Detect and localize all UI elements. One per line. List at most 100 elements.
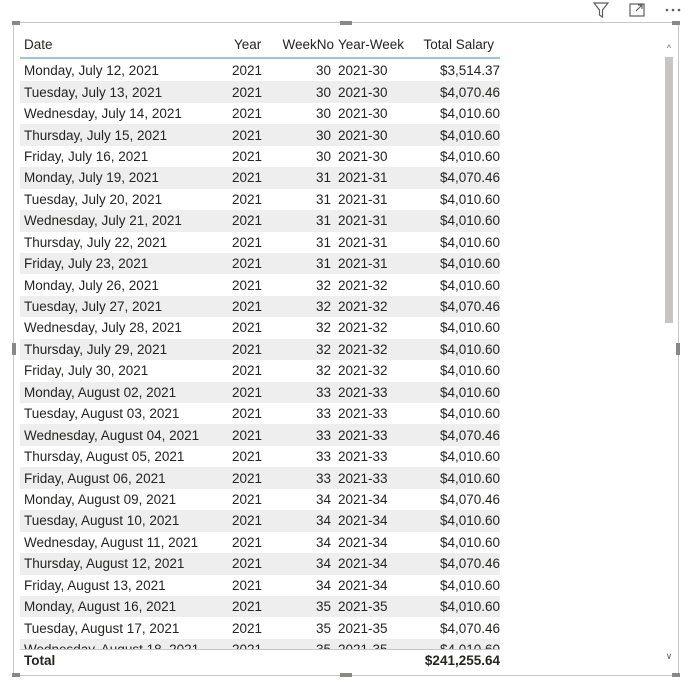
vertical-scrollbar[interactable]: ^ ∨ bbox=[664, 43, 674, 661]
table-row[interactable]: Monday, August 16, 2021 2021 35 2021-35 $4,0… bbox=[20, 595, 500, 618]
scroll-up-arrow-icon[interactable]: ^ bbox=[664, 43, 674, 53]
more-options-icon[interactable] bbox=[662, 0, 684, 20]
cell-date: Tuesday, July 27, 2021 bbox=[24, 299, 163, 315]
table-row[interactable]: Tuesday, July 27, 2021 2021 32 2021-32 $4,07… bbox=[20, 295, 500, 318]
table-row[interactable]: Wednesday, July 14, 2021 2021 30 2021-30 $4,… bbox=[20, 103, 500, 124]
table-row[interactable]: Wednesday, August 04, 2021 2021 33 2021-33 $… bbox=[20, 424, 500, 446]
cell-date: Tuesday, July 20, 2021 bbox=[24, 191, 163, 207]
column-header-total-salary[interactable]: Total Salary bbox=[414, 37, 500, 52]
table-row[interactable]: Thursday, July 15, 2021 2021 30 2021-30 $4,0… bbox=[20, 124, 500, 146]
scroll-thumb[interactable] bbox=[665, 57, 673, 323]
table-row[interactable]: Tuesday, August 03, 2021 2021 33 2021-33 $4,… bbox=[20, 403, 500, 424]
cell-year: 2021 bbox=[232, 406, 263, 422]
table-row[interactable]: Friday, August 13, 2021 2021 34 2021-34 $4,0… bbox=[20, 575, 500, 596]
resize-handle-top-right[interactable] bbox=[672, 21, 680, 25]
cell-date: Monday, August 09, 2021 bbox=[24, 491, 177, 507]
table-row[interactable]: Tuesday, August 10, 2021 2021 34 2021-34 $4,… bbox=[20, 510, 500, 532]
cell-total-salary: $4,010.60 bbox=[439, 234, 500, 250]
cell-year: 2021 bbox=[232, 534, 263, 550]
cell-date: Friday, July 23, 2021 bbox=[24, 256, 149, 272]
cell-total-salary: $4,010.60 bbox=[439, 513, 500, 529]
cell-date: Friday, August 13, 2021 bbox=[24, 577, 166, 593]
cell-year-week: 2021-30 bbox=[338, 148, 388, 164]
resize-handle-left[interactable] bbox=[12, 343, 16, 355]
column-header-year[interactable]: Year bbox=[232, 37, 272, 52]
table-row[interactable]: Tuesday, July 20, 2021 2021 31 2021-31 $4,01… bbox=[20, 189, 500, 210]
cell-weekno: 30 bbox=[315, 127, 331, 143]
table-row[interactable]: Friday, July 16, 2021 2021 30 2021-30 $4,010… bbox=[20, 146, 500, 167]
filter-icon[interactable] bbox=[590, 0, 612, 20]
resize-handle-bottom-left[interactable] bbox=[12, 673, 20, 677]
cell-year-week: 2021-31 bbox=[338, 213, 388, 229]
cell-weekno: 33 bbox=[315, 406, 331, 422]
cell-date: Thursday, July 29, 2021 bbox=[24, 341, 168, 357]
scroll-down-arrow-icon[interactable]: ∨ bbox=[664, 651, 674, 661]
cell-year: 2021 bbox=[232, 106, 263, 122]
cell-total-salary: $4,010.60 bbox=[439, 256, 500, 272]
cell-date: Monday, July 26, 2021 bbox=[24, 277, 159, 293]
cell-year: 2021 bbox=[232, 363, 263, 379]
cell-year-week: 2021-34 bbox=[338, 513, 388, 529]
column-header-weekno[interactable]: WeekNo bbox=[272, 37, 338, 52]
table-row[interactable]: Friday, July 23, 2021 2021 31 2021-31 $4,010… bbox=[20, 252, 500, 275]
table-row[interactable]: Monday, July 26, 2021 2021 32 2021-32 $4,010… bbox=[20, 274, 500, 295]
cell-date: Thursday, August 12, 2021 bbox=[24, 556, 185, 572]
cell-year-week: 2021-33 bbox=[338, 406, 388, 422]
column-header-date[interactable]: Date bbox=[20, 37, 232, 52]
cell-year-week: 2021-32 bbox=[338, 299, 388, 315]
cell-year-week: 2021-31 bbox=[338, 191, 388, 207]
cell-weekno: 32 bbox=[315, 299, 331, 315]
cell-year: 2021 bbox=[232, 449, 263, 465]
cell-date: Tuesday, August 03, 2021 bbox=[24, 406, 180, 422]
cell-year: 2021 bbox=[232, 427, 263, 443]
table-row[interactable]: Thursday, August 05, 2021 2021 33 2021-33 $4… bbox=[20, 446, 500, 467]
cell-total-salary: $4,010.60 bbox=[439, 106, 500, 122]
table-row[interactable]: Tuesday, July 13, 2021 2021 30 2021-30 $4,07… bbox=[20, 81, 500, 103]
resize-handle-bottom-right[interactable] bbox=[672, 673, 680, 677]
cell-weekno: 31 bbox=[315, 191, 331, 207]
cell-weekno: 32 bbox=[315, 277, 331, 293]
cell-weekno: 34 bbox=[315, 491, 331, 507]
table-row[interactable]: Tuesday, August 17, 2021 2021 35 2021-35 $4,… bbox=[20, 617, 500, 638]
cell-year: 2021 bbox=[232, 513, 263, 529]
cell-weekno: 30 bbox=[315, 106, 331, 122]
resize-handle-right[interactable] bbox=[676, 343, 680, 355]
table-row[interactable]: Wednesday, August 11, 2021 2021 34 2021-34 $… bbox=[20, 532, 500, 553]
cell-year: 2021 bbox=[232, 213, 263, 229]
table-row[interactable]: Thursday, July 29, 2021 2021 32 2021-32 $4,0… bbox=[20, 338, 500, 361]
cell-year-week: 2021-31 bbox=[338, 170, 388, 186]
cell-total-salary: $4,070.46 bbox=[439, 299, 500, 315]
cell-weekno: 30 bbox=[315, 63, 331, 79]
table-row[interactable]: Thursday, August 12, 2021 2021 34 2021-34 $4… bbox=[20, 553, 500, 575]
cell-year-week: 2021-30 bbox=[338, 84, 388, 100]
table-row[interactable]: Friday, July 30, 2021 2021 32 2021-32 $4,010… bbox=[20, 360, 500, 381]
cell-date: Friday, August 06, 2021 bbox=[24, 470, 166, 486]
cell-year-week: 2021-34 bbox=[338, 556, 388, 572]
cell-weekno: 30 bbox=[315, 84, 331, 100]
table-row[interactable]: Thursday, July 22, 2021 2021 31 2021-31 $4,0… bbox=[20, 232, 500, 253]
cell-weekno: 34 bbox=[315, 577, 331, 593]
cell-total-salary: $4,070.46 bbox=[439, 84, 500, 100]
resize-handle-bottom[interactable] bbox=[340, 673, 352, 677]
cell-year-week: 2021-34 bbox=[338, 577, 388, 593]
table-row[interactable]: Monday, August 02, 2021 2021 33 2021-33 $4,0… bbox=[20, 381, 500, 403]
total-salary-value: $241,255.64 bbox=[424, 653, 500, 668]
resize-handle-top-left[interactable] bbox=[12, 21, 20, 25]
cell-year-week: 2021-33 bbox=[338, 470, 388, 486]
cell-weekno: 33 bbox=[315, 427, 331, 443]
focus-mode-icon[interactable] bbox=[626, 0, 648, 20]
column-header-year-week[interactable]: Year-Week bbox=[338, 37, 414, 52]
cell-weekno: 30 bbox=[315, 148, 331, 164]
resize-handle-top[interactable] bbox=[340, 21, 352, 25]
table-visual[interactable]: Date Year WeekNo Year-Week Total Salary … bbox=[12, 21, 680, 677]
table-row[interactable]: Monday, August 09, 2021 2021 34 2021-34 $4,0… bbox=[20, 489, 500, 510]
table-row[interactable]: Monday, July 19, 2021 2021 31 2021-31 $4,070… bbox=[20, 167, 500, 189]
table-row[interactable]: Monday, July 12, 2021 2021 30 2021-30 $3,514… bbox=[20, 60, 500, 81]
cell-year: 2021 bbox=[232, 470, 263, 486]
cell-year: 2021 bbox=[232, 256, 263, 272]
cell-year: 2021 bbox=[232, 84, 263, 100]
table-row[interactable]: Wednesday, July 28, 2021 2021 32 2021-32 $4,… bbox=[20, 317, 500, 338]
cell-total-salary: $4,070.46 bbox=[439, 491, 500, 507]
table-row[interactable]: Wednesday, July 21, 2021 2021 31 2021-31 $4,… bbox=[20, 210, 500, 232]
table-row[interactable]: Friday, August 06, 2021 2021 33 2021-33 $4,0… bbox=[20, 467, 500, 489]
